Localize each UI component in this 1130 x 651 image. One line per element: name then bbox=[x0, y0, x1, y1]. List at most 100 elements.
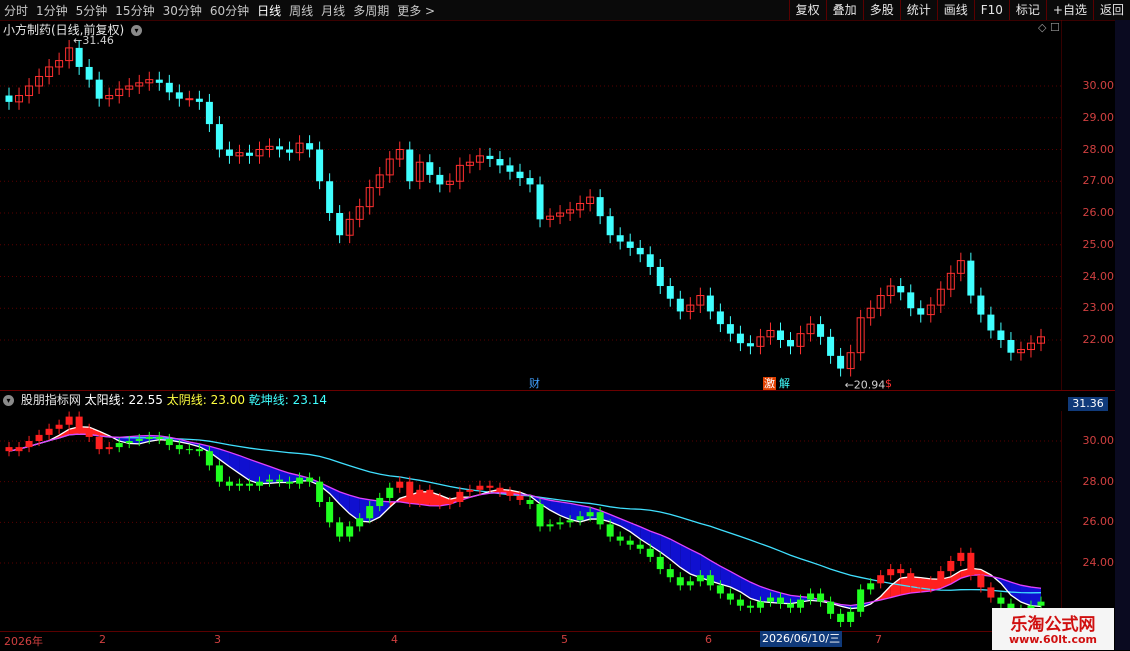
candle-body bbox=[75, 47, 83, 67]
indicator-candle-body bbox=[947, 560, 955, 572]
indicator-candle-body bbox=[346, 526, 354, 537]
tab-period-2[interactable]: 1分钟 bbox=[32, 2, 72, 19]
stats-button[interactable]: 统计 bbox=[899, 0, 937, 20]
add-favorite-button[interactable]: +自选 bbox=[1045, 0, 1093, 20]
candle-body bbox=[636, 247, 644, 255]
qiankun-label: 乾坤线: bbox=[248, 393, 289, 407]
tab-more[interactable]: 更多 > bbox=[393, 2, 439, 19]
candle-body bbox=[997, 330, 1005, 340]
indicator-band-segment bbox=[950, 570, 961, 585]
mark-button[interactable]: 标记 bbox=[1008, 0, 1046, 20]
indicator-candle-body bbox=[386, 487, 394, 498]
indicator-candle-body bbox=[616, 536, 624, 541]
indicator-band-segment bbox=[890, 578, 901, 598]
candle-body bbox=[606, 216, 614, 236]
tab-period-1[interactable]: 分时 bbox=[0, 2, 32, 19]
indicator-candle-body bbox=[255, 481, 263, 486]
indicator-axis-label: 28.00 bbox=[1082, 474, 1115, 488]
indicator-candle-body bbox=[997, 597, 1005, 604]
back-button[interactable]: 返回 bbox=[1092, 0, 1130, 20]
tab-period-8[interactable]: 周线 bbox=[285, 2, 317, 19]
indicator-candle-body bbox=[787, 603, 795, 608]
price-axis-label: 28.00 bbox=[1082, 142, 1115, 156]
candle-body bbox=[706, 295, 714, 312]
candle-body bbox=[646, 254, 654, 267]
candle-body bbox=[486, 155, 494, 160]
candle-body bbox=[626, 241, 634, 248]
overlay-button[interactable]: 叠加 bbox=[825, 0, 863, 20]
event-dollar-icon[interactable]: $ bbox=[884, 377, 893, 390]
candle-body bbox=[516, 171, 524, 179]
indicator-candle-body bbox=[797, 599, 805, 608]
candle-body bbox=[286, 149, 294, 153]
candle-body bbox=[95, 79, 103, 99]
candle-body bbox=[526, 178, 534, 185]
taiyin-value: 23.00 bbox=[210, 393, 245, 407]
indicator-candle-body bbox=[456, 491, 464, 502]
candle-body bbox=[967, 260, 975, 296]
indicator-candle-body bbox=[776, 597, 784, 604]
candle-body bbox=[276, 146, 284, 150]
indicator-candle-body bbox=[636, 544, 644, 549]
candle-body bbox=[426, 162, 434, 175]
multi-stock-button[interactable]: 多股 bbox=[862, 0, 900, 20]
chevron-down-icon[interactable]: ▾ bbox=[3, 395, 14, 406]
indicator-candle-body bbox=[195, 449, 203, 452]
indicator-candle-body bbox=[426, 489, 434, 498]
indicator-candle-body bbox=[175, 445, 183, 450]
period-tabs: 分时 1分钟 5分钟 15分钟 30分钟 60分钟 日线 周线 月线 多周期 更… bbox=[0, 2, 439, 19]
event-finance-icon[interactable]: 财 bbox=[528, 377, 541, 390]
restore-button[interactable]: 复权 bbox=[788, 0, 826, 20]
price-axis-label: 23.00 bbox=[1082, 301, 1115, 315]
date-label-may: 5 bbox=[561, 633, 568, 646]
indicator-candle-body bbox=[546, 524, 554, 527]
candle-body bbox=[185, 98, 194, 101]
indicator-candle-body bbox=[847, 611, 855, 622]
candle-body bbox=[776, 330, 784, 340]
taiyin-label: 太阴线: bbox=[166, 393, 207, 407]
event-unlock-icon[interactable]: 解 bbox=[778, 377, 791, 390]
indicator-candle-body bbox=[15, 447, 23, 452]
candle-body bbox=[817, 324, 825, 337]
side-strip bbox=[1115, 20, 1130, 650]
date-label-jun: 6 bbox=[705, 633, 712, 646]
price-axis-label: 24.00 bbox=[1082, 269, 1115, 283]
candle-body bbox=[827, 336, 835, 356]
indicator-candle-body bbox=[436, 497, 444, 505]
indicator-candle-body bbox=[125, 441, 133, 444]
candle-body bbox=[596, 197, 604, 217]
candle-body bbox=[436, 174, 444, 185]
price-axis-label: 30.00 bbox=[1082, 79, 1115, 92]
indicator-candle-body bbox=[756, 601, 764, 608]
indicator-candle-body bbox=[817, 593, 825, 602]
tab-period-4[interactable]: 15分钟 bbox=[111, 2, 158, 19]
indicator-chart bbox=[0, 411, 1062, 631]
qiankun-value: 23.14 bbox=[292, 393, 328, 407]
indicator-candle-body bbox=[406, 481, 414, 502]
indicator-candle-body bbox=[95, 436, 103, 450]
indicator-candle-body bbox=[276, 479, 284, 482]
f10-button[interactable]: F10 bbox=[973, 0, 1009, 20]
tab-period-5[interactable]: 30分钟 bbox=[159, 2, 206, 19]
indicator-candle-body bbox=[967, 552, 975, 576]
candle-body bbox=[897, 286, 905, 293]
candle-body bbox=[215, 124, 223, 150]
indicator-candle-body bbox=[105, 447, 113, 450]
indicator-candle-body bbox=[807, 593, 815, 600]
event-incentive-icon[interactable]: 激 bbox=[763, 377, 776, 390]
indicator-candle-body bbox=[1037, 601, 1045, 606]
date-label-jul: 7 bbox=[875, 633, 882, 646]
candle-body bbox=[506, 165, 514, 172]
tab-period-9[interactable]: 月线 bbox=[317, 2, 349, 19]
tab-period-6[interactable]: 60分钟 bbox=[206, 2, 253, 19]
price-axis-label: 22.00 bbox=[1082, 333, 1115, 346]
candle-body bbox=[406, 149, 414, 182]
indicator-candle-body bbox=[917, 583, 925, 588]
indicator-candle-body bbox=[586, 512, 594, 517]
indicator-candle-body bbox=[476, 485, 484, 490]
tab-period-10[interactable]: 多周期 bbox=[349, 2, 393, 19]
draw-button[interactable]: 画线 bbox=[936, 0, 974, 20]
tab-period-3[interactable]: 5分钟 bbox=[72, 2, 112, 19]
tab-period-daily[interactable]: 日线 bbox=[253, 2, 285, 19]
indicator-candle-body bbox=[115, 443, 123, 448]
